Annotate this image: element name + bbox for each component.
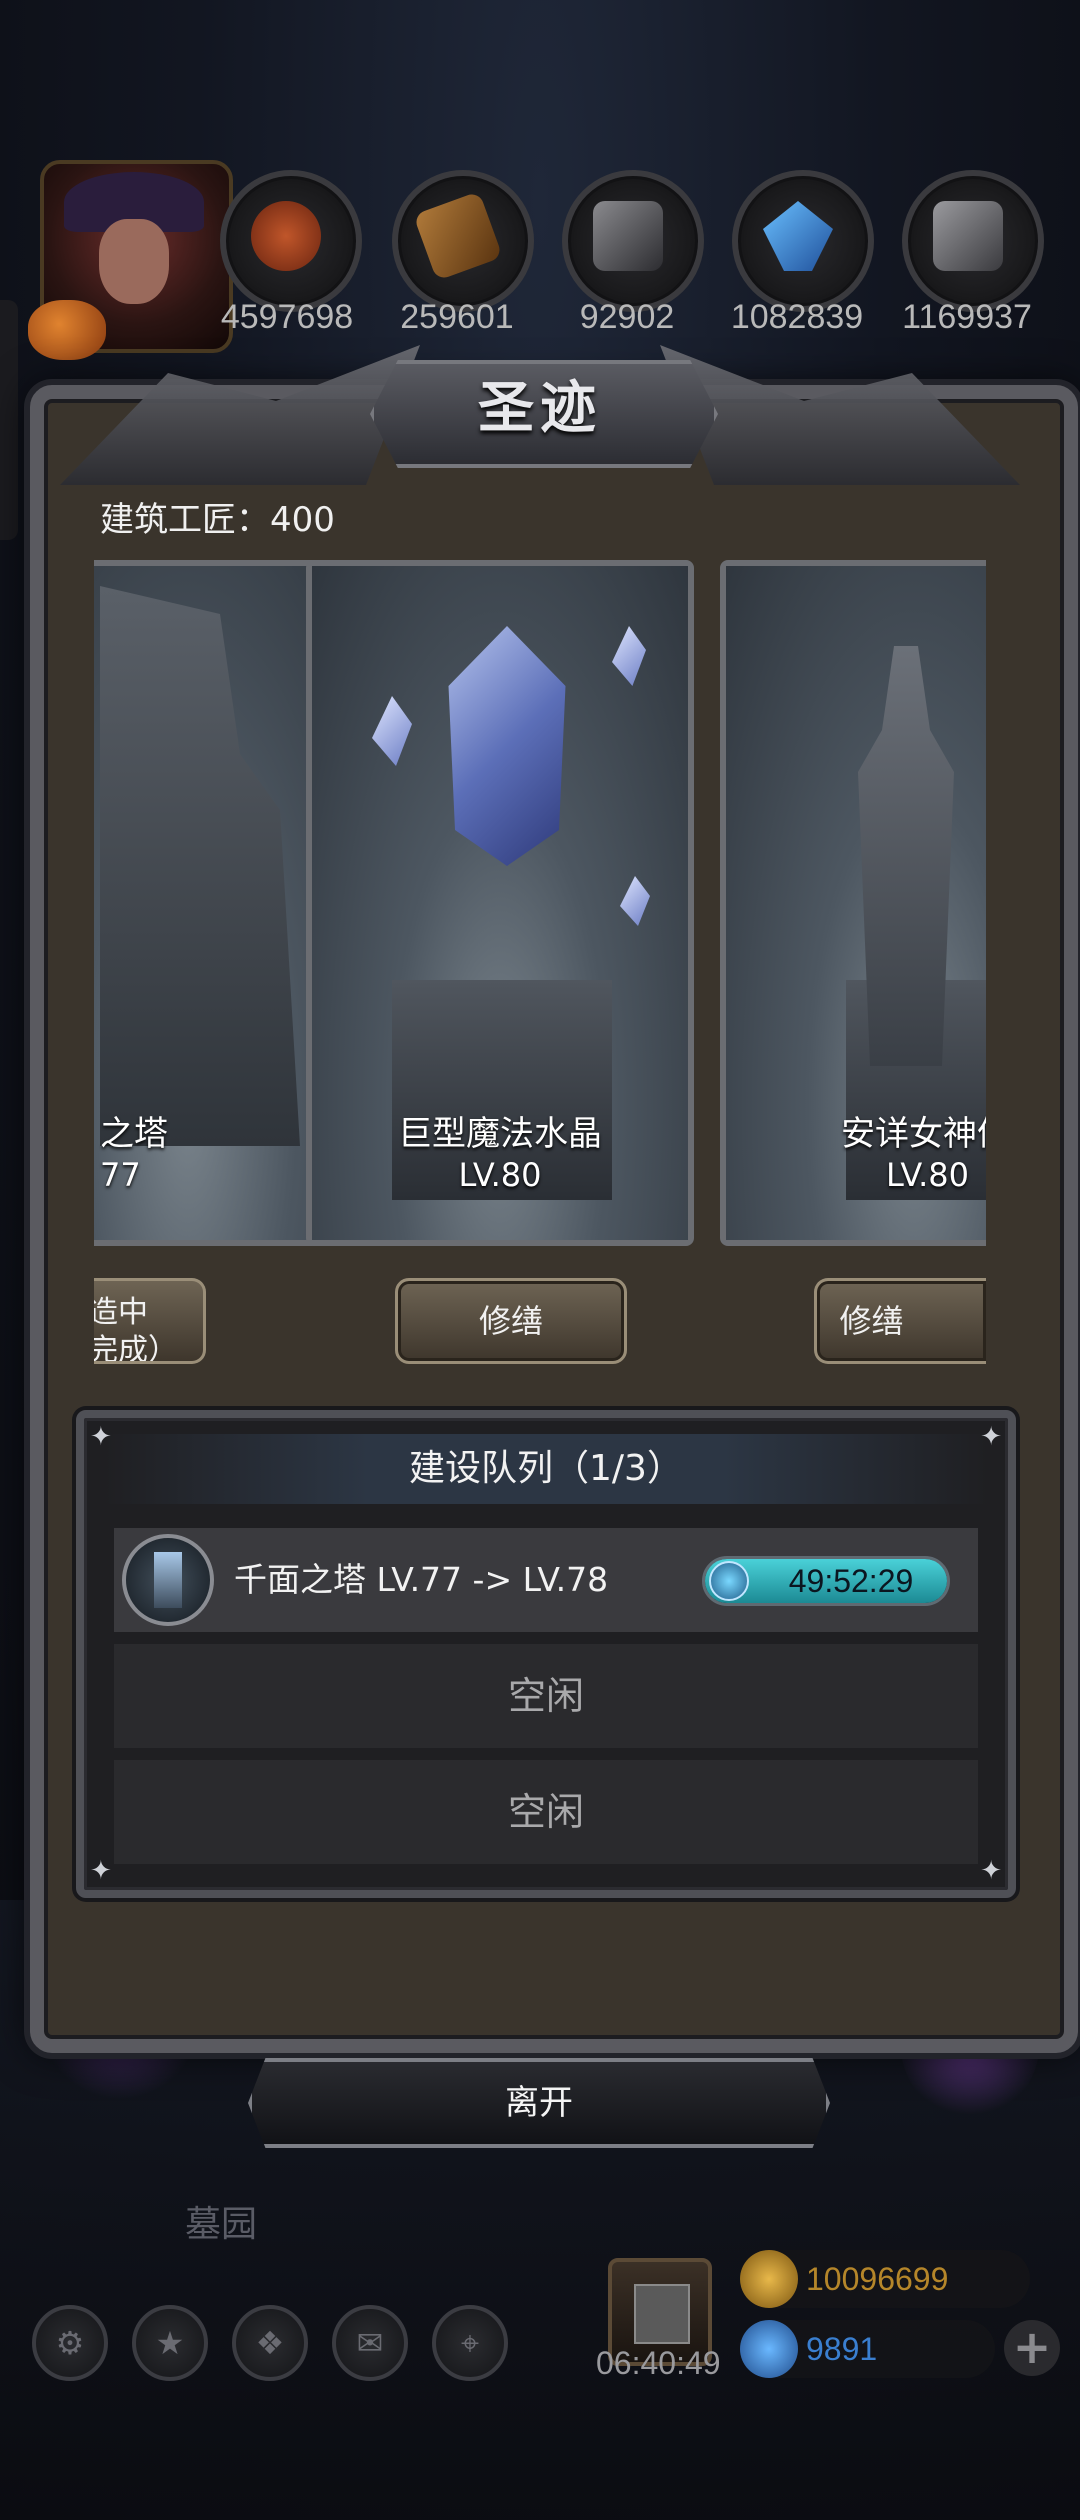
builder-count: 建筑工匠：400 [100,500,335,540]
iron-count: 92902 [579,298,675,336]
construction-queue: ✦ ✦ ✦ ✦ 建设队列（1/3） 千面之塔 LV.77 -> LV.78 49… [76,1410,1016,1898]
gem-icon [740,2320,798,2378]
stone-icon [933,201,1003,271]
add-currency-button[interactable]: + [1004,2320,1060,2376]
building-card-statue[interactable]: 安详女神像 LV.80 [720,560,986,1246]
star-icon[interactable]: ★ [132,2305,208,2381]
queue-row-idle[interactable]: 空闲 [114,1760,978,1864]
gift-timer: 06:40:49 [596,2345,721,2381]
repair-button-crystal[interactable]: 修缮 [395,1278,627,1364]
iron-icon [593,201,663,271]
screen-notch [0,300,18,540]
gold-coin-icon [740,2250,798,2308]
upgrading-status-button[interactable]: 造中 完成） [94,1278,206,1364]
meat-icon [251,201,321,271]
building-level: LV.80 [886,1156,969,1194]
corner-sparkle-icon: ✦ [90,1856,112,1886]
leave-button[interactable]: 离开 [248,2058,830,2148]
building-carousel[interactable]: 之塔 77 巨型魔法水晶 LV.80 安详女神像 LV.80 [94,560,986,1250]
location-label: 墓园 [185,2204,258,2245]
building-name: 巨型魔法水晶 [398,1114,602,1154]
queue-item-text: 千面之塔 LV.77 -> LV.78 [234,1560,609,1599]
map-icon[interactable]: ⌖ [432,2305,508,2381]
crystal-resource[interactable] [732,170,874,312]
queue-title: 建设队列（1/3） [104,1434,988,1504]
queue-row-active[interactable]: 千面之塔 LV.77 -> LV.78 49:52:29 [114,1528,978,1632]
gem-bar: 9891 [740,2320,995,2378]
meat-resource[interactable] [220,170,362,312]
building-card-crystal[interactable]: 巨型魔法水晶 LV.80 [306,560,694,1246]
gold-bar: 10096699 [740,2250,1030,2308]
gem-amount: 9891 [806,2331,878,2367]
avatar-face [99,219,169,304]
gold-amount: 10096699 [806,2261,949,2297]
wood-count: 259601 [400,298,514,336]
queue-row-idle[interactable]: 空闲 [114,1644,978,1748]
bookmark-icon[interactable]: ❖ [232,2305,308,2381]
settings-icon[interactable]: ⚙ [32,2305,108,2381]
timer-text: 49:52:29 [788,1563,914,1599]
crystal-icon [763,201,833,271]
crystal-count: 1082839 [730,298,864,336]
wood-resource[interactable] [392,170,534,312]
gift-icon [634,2284,690,2344]
iron-resource[interactable] [562,170,704,312]
tower-building-icon [122,1534,214,1626]
upgrade-timer[interactable]: 49:52:29 [702,1556,950,1606]
wood-icon [413,191,503,281]
building-level: LV.80 [458,1156,542,1194]
stone-count: 1169937 [902,298,1032,336]
pumpkin-icon [28,300,106,360]
mail-icon[interactable]: ✉ [332,2305,408,2381]
stone-resource[interactable] [902,170,1044,312]
clock-icon [709,1561,749,1601]
dialog-title: 圣迹 [478,375,602,441]
building-name: 安详女神像 [841,1114,986,1154]
repair-button-statue[interactable]: 修缮 [814,1278,986,1364]
meat-count: 4597698 [220,298,354,336]
corner-sparkle-icon: ✦ [980,1856,1002,1886]
